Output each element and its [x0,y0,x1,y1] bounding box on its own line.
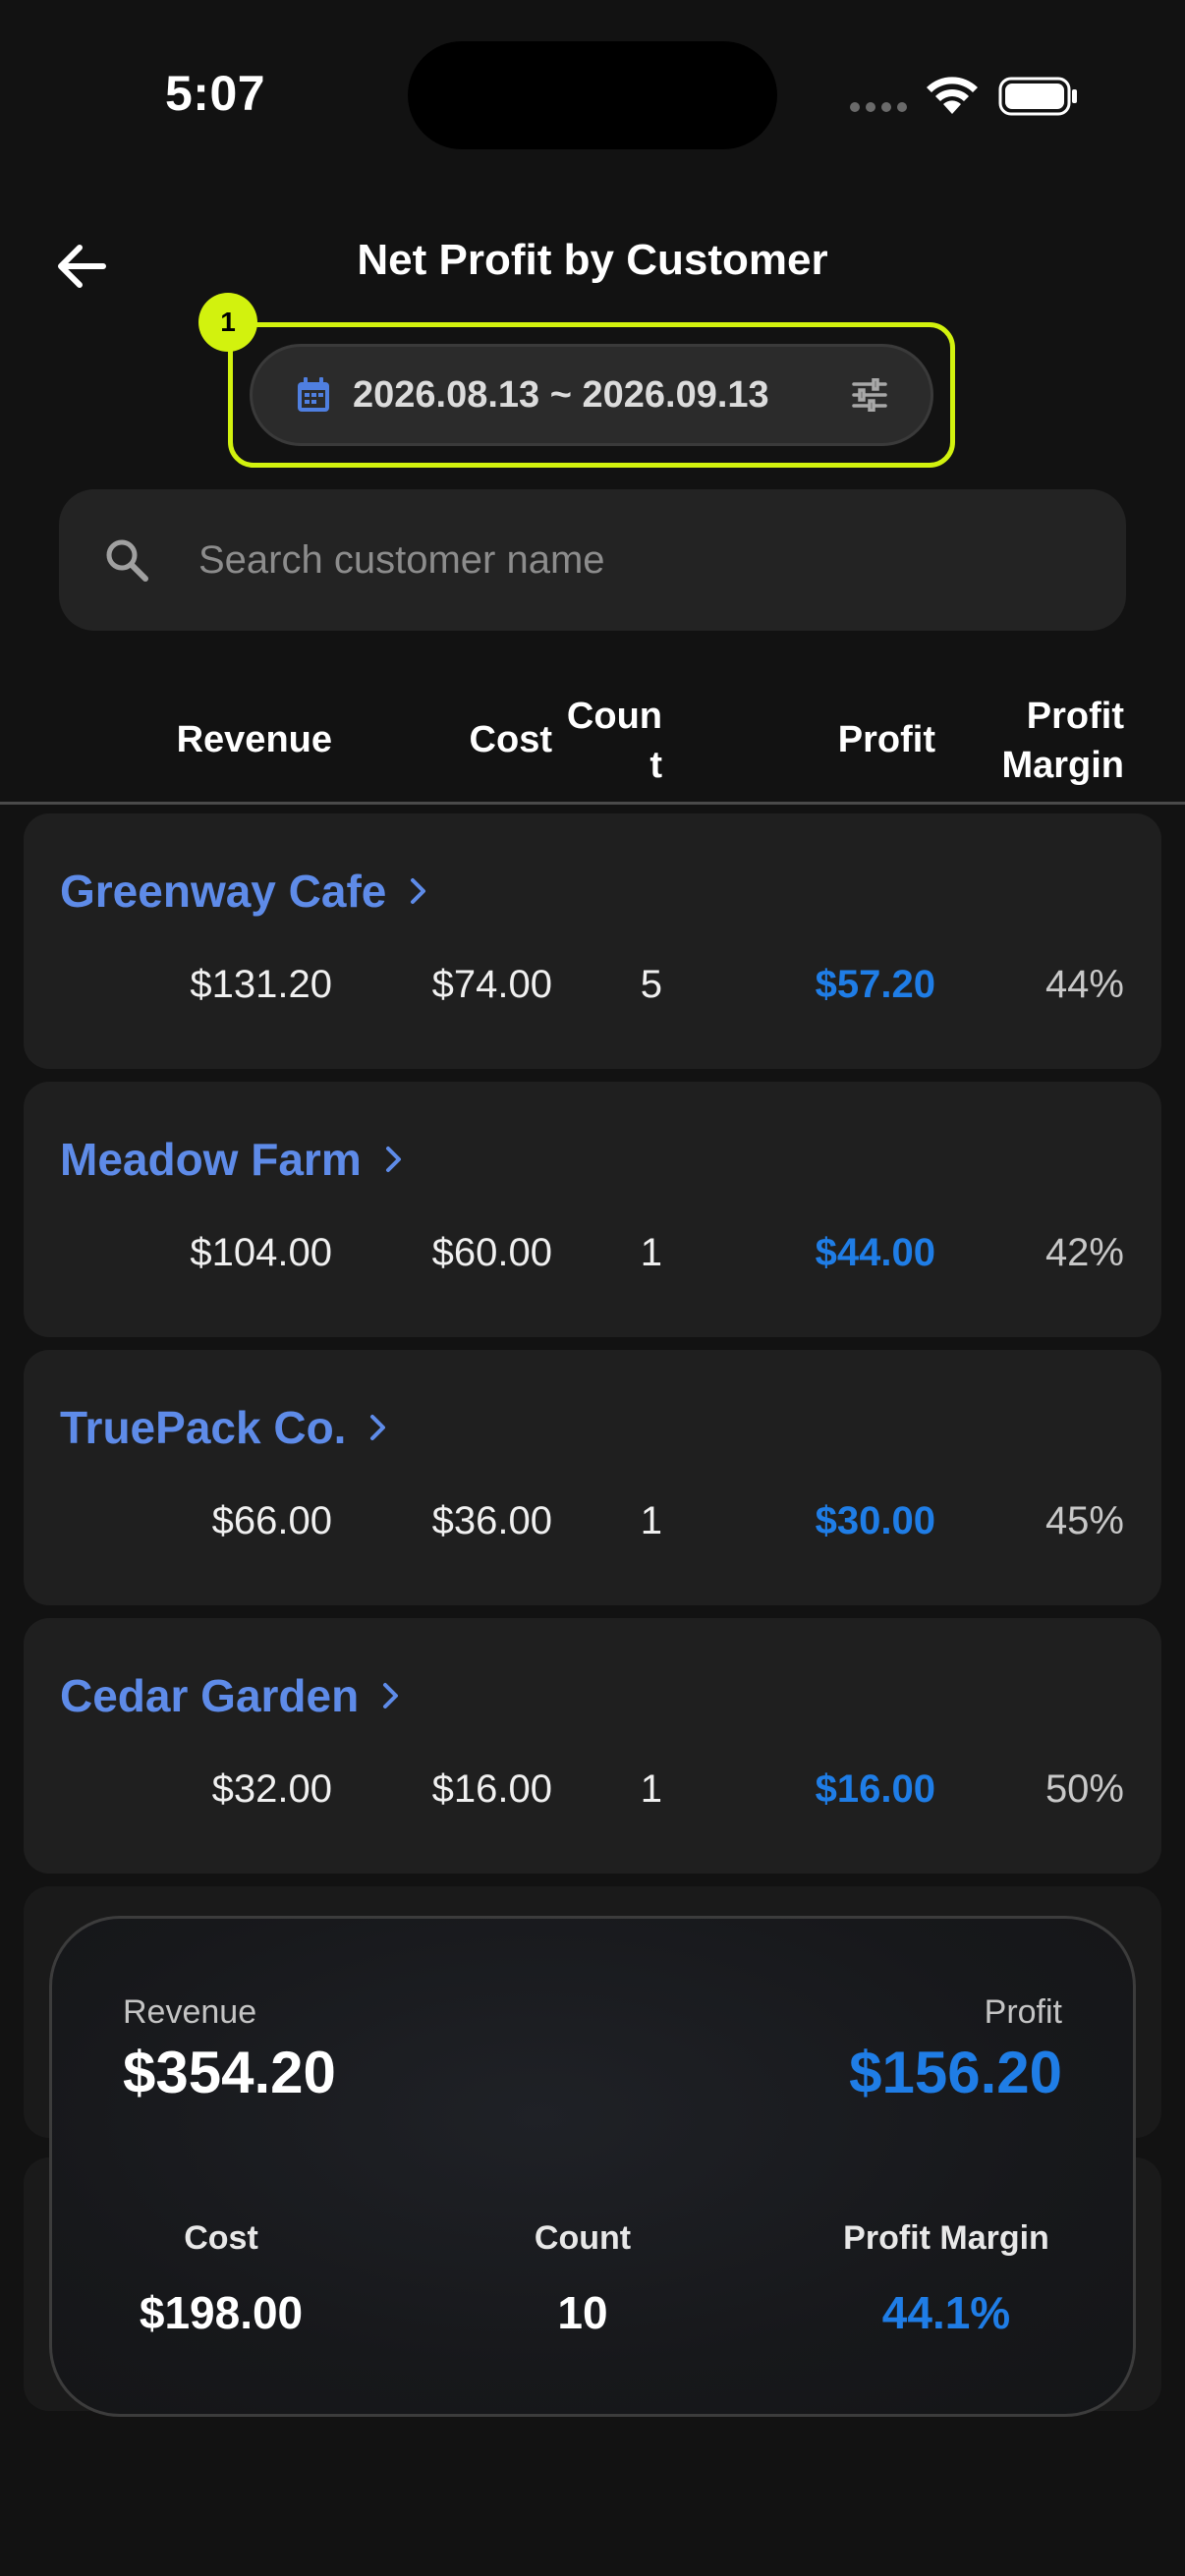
count-cell: 5 [640,963,662,1006]
dynamic-island [408,41,777,149]
back-button[interactable] [51,236,112,297]
margin-cell: 44% [1044,963,1124,1006]
arrow-left-icon [58,245,106,288]
cost-cell: $36.00 [431,1499,552,1542]
summary-cost-value: $198.00 [139,2287,304,2338]
revenue-cell: $131.20 [190,963,332,1006]
margin-cell: 42% [1044,1231,1124,1274]
annotation-badge: 1 [198,293,257,352]
customer-name-link[interactable]: Greenway Cafe [60,865,427,918]
profit-cell: $16.00 [815,1767,935,1811]
chevron-right-icon [385,1147,401,1172]
customer-name-link[interactable]: TruePack Co. [60,1401,387,1454]
chevron-right-icon [411,878,426,904]
count-cell: 1 [640,1499,662,1542]
customer-name: Meadow Farm [60,1134,362,1185]
profit-cell: $44.00 [815,1231,935,1274]
customer-name: Greenway Cafe [60,866,387,917]
page-title: Net Profit by Customer [357,236,828,284]
cost-cell: $16.00 [431,1767,552,1811]
header-divider [0,802,1185,805]
column-header-margin-line1: Profit [1026,696,1124,737]
cost-cell: $74.00 [431,963,552,1006]
column-header-count-line2: t [649,745,662,786]
search-bar[interactable] [59,489,1126,631]
customer-name-link[interactable]: Cedar Garden [60,1669,400,1722]
column-header-cost[interactable]: Cost [470,715,552,764]
column-header-revenue[interactable]: Revenue [177,715,332,764]
column-header-count-line1: Coun [566,696,662,737]
revenue-cell: $66.00 [211,1499,332,1542]
customer-row[interactable]: Greenway Cafe $131.20 $74.00 5 $57.20 44… [24,813,1161,1069]
summary-cost-label: Cost [184,2219,258,2257]
summary-margin-label: Profit Margin [843,2219,1049,2257]
battery-icon [998,77,1077,116]
revenue-cell: $104.00 [190,1231,332,1274]
summary-count-value: 10 [557,2287,608,2338]
count-cell: 1 [640,1231,662,1274]
column-header-margin-line2: Margin [1001,745,1124,786]
customer-name: TruePack Co. [60,1402,347,1453]
customer-name-link[interactable]: Meadow Farm [60,1133,403,1186]
summary-revenue-label: Revenue [123,1993,257,2031]
count-cell: 1 [640,1767,662,1811]
wifi-icon [927,77,978,114]
signal-dots-icon [850,102,907,112]
revenue-cell: $32.00 [211,1767,332,1811]
customer-row[interactable]: Meadow Farm $104.00 $60.00 1 $44.00 42% [24,1082,1161,1337]
profit-cell: $57.20 [815,963,935,1006]
search-input[interactable] [197,536,987,584]
summary-profit-value: $156.20 [849,2040,1062,2105]
search-icon [106,539,148,582]
chevron-right-icon [383,1683,399,1708]
highlight-box [228,322,955,468]
chevron-right-icon [370,1415,386,1440]
cost-cell: $60.00 [431,1231,552,1274]
column-header-margin[interactable]: Profit Margin [1001,692,1124,790]
column-header-count[interactable]: Coun t [567,692,662,790]
summary-count-label: Count [534,2219,632,2257]
customer-row[interactable]: TruePack Co. $66.00 $36.00 1 $30.00 45% [24,1350,1161,1605]
summary-profit-label: Profit [984,1993,1062,2031]
margin-cell: 50% [1044,1767,1124,1811]
profit-cell: $30.00 [815,1499,935,1542]
summary-card: Revenue $354.20 Profit $156.20 Cost $198… [49,1916,1136,2417]
margin-cell: 45% [1044,1499,1124,1542]
summary-revenue-value: $354.20 [123,2040,336,2105]
column-header-profit[interactable]: Profit [838,715,935,764]
customer-row[interactable]: Cedar Garden $32.00 $16.00 1 $16.00 50% [24,1618,1161,1874]
customer-name: Cedar Garden [60,1670,360,1721]
status-time: 5:07 [165,66,266,121]
summary-margin-value: 44.1% [881,2287,1011,2338]
